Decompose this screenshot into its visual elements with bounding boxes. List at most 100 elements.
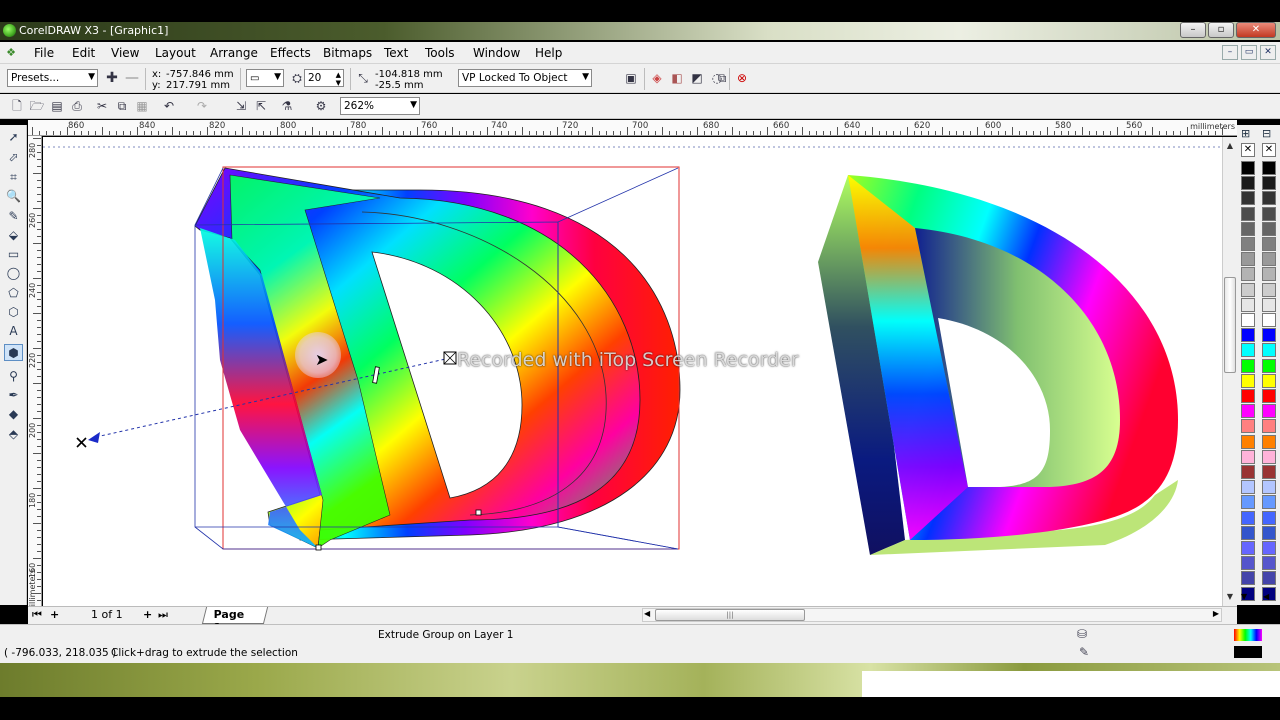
menu-bitmaps[interactable]: Bitmaps	[323, 46, 372, 60]
palette-swatch[interactable]	[1241, 556, 1255, 571]
palette-swatch[interactable]	[1262, 571, 1276, 586]
new-document-icon[interactable]: 🗋	[8, 97, 26, 115]
rectangle-tool-icon[interactable]: ▭	[4, 246, 23, 263]
palette-swatch[interactable]	[1241, 267, 1255, 282]
doc-close-button[interactable]: ✕	[1260, 45, 1276, 60]
palette-swatch[interactable]	[1262, 237, 1276, 251]
palette-swatch[interactable]	[1241, 191, 1255, 206]
palette-swatch[interactable]	[1262, 297, 1276, 312]
palette-swatch[interactable]	[1241, 176, 1255, 191]
no-outline-swatch[interactable]: ✕	[1262, 143, 1276, 157]
cut-icon[interactable]: ✂	[93, 97, 111, 115]
menu-window[interactable]: Window	[473, 46, 520, 60]
y-position-value[interactable]: 217.791 mm	[166, 80, 230, 91]
palette-swatch[interactable]	[1241, 510, 1255, 525]
node-handle[interactable]	[315, 544, 322, 551]
palette-swatch[interactable]	[1241, 465, 1255, 479]
redo-icon[interactable]: ↷	[193, 97, 211, 115]
add-page-after-button[interactable]: +	[143, 608, 152, 621]
palette-swatch[interactable]	[1262, 480, 1276, 495]
palette-swatch[interactable]	[1262, 465, 1276, 479]
presets-dropdown[interactable]: Presets... ▼	[7, 69, 98, 87]
scroll-up-arrow-icon[interactable]: ▲	[1223, 139, 1237, 153]
palette-swatch[interactable]	[1241, 480, 1255, 495]
menu-layout[interactable]: Layout	[155, 46, 196, 60]
vanishing-point-arrow-icon[interactable]	[88, 432, 100, 443]
palette-swatch[interactable]	[1262, 282, 1276, 297]
add-page-before-button[interactable]: +	[50, 608, 59, 621]
remove-preset-icon[interactable]: —	[123, 69, 141, 87]
palette-swatch[interactable]	[1262, 267, 1276, 282]
vp-y-value[interactable]: -25.5 mm	[375, 80, 424, 91]
zoom-level-dropdown[interactable]: 262% ▼	[340, 97, 420, 115]
palette-swatch[interactable]	[1262, 373, 1276, 388]
depth-spinner[interactable]: 20 ▲ ▼	[304, 69, 344, 87]
add-preset-icon[interactable]: ✚	[103, 69, 121, 87]
palette-swatch[interactable]	[1241, 328, 1255, 343]
menu-file[interactable]: File	[34, 46, 54, 60]
fill-tool-icon[interactable]: ◆	[4, 406, 23, 423]
palette-swatch[interactable]	[1241, 571, 1255, 586]
palette-scroll-down-icon[interactable]: ▼	[1241, 592, 1247, 601]
node-handle[interactable]	[475, 509, 482, 516]
page-relative-icon[interactable]: ▣	[622, 69, 640, 87]
extrude-depth-handle-icon[interactable]	[443, 351, 457, 365]
menu-tools[interactable]: Tools	[425, 46, 455, 60]
palette-swatch[interactable]	[1262, 206, 1276, 221]
extrude-rotation-icon[interactable]: ◈	[648, 69, 666, 87]
palette-swatch[interactable]	[1262, 404, 1276, 419]
export-icon[interactable]: ⇱	[252, 97, 270, 115]
palette-swatch[interactable]	[1241, 237, 1255, 251]
palette-swatch[interactable]	[1262, 313, 1276, 327]
palette-swatch[interactable]	[1241, 343, 1255, 358]
palette-swatch[interactable]	[1241, 404, 1255, 419]
palette-swatch[interactable]	[1262, 389, 1276, 403]
menu-effects[interactable]: Effects	[270, 46, 311, 60]
copy-icon[interactable]: ⧉	[113, 97, 131, 115]
vanishing-point-dropdown[interactable]: VP Locked To Object ▼	[458, 69, 592, 87]
palette-swatch[interactable]	[1241, 221, 1255, 236]
interactive-fill-tool-icon[interactable]: ⬘	[4, 426, 23, 443]
vertical-scroll-thumb[interactable]	[1224, 277, 1236, 373]
palette-swatch[interactable]	[1241, 419, 1255, 434]
palette-swatch[interactable]	[1262, 434, 1276, 449]
basic-shapes-tool-icon[interactable]: ⬡	[4, 304, 23, 321]
palette-swatch[interactable]	[1241, 434, 1255, 449]
import-icon[interactable]: ⇲	[232, 97, 250, 115]
print-icon[interactable]: ⎙	[68, 97, 86, 115]
save-icon[interactable]: ▤	[48, 97, 66, 115]
outline-color-indicator[interactable]	[1234, 646, 1262, 658]
last-page-button[interactable]: ⏭	[158, 608, 168, 622]
fill-bucket-icon[interactable]: ⛁	[1077, 627, 1087, 641]
palette-swatch[interactable]	[1241, 161, 1255, 175]
copy-extrude-properties-icon[interactable]: ⧉	[713, 69, 731, 87]
palette-swatch[interactable]	[1241, 373, 1255, 388]
document-icon[interactable]: ❖	[2, 44, 20, 62]
freehand-tool-icon[interactable]: ✎	[4, 208, 23, 225]
menu-arrange[interactable]: Arrange	[210, 46, 258, 60]
page-tab-page-1[interactable]: Page 1	[201, 607, 269, 634]
palette-swatch[interactable]	[1262, 161, 1276, 175]
palette-swatch[interactable]	[1262, 191, 1276, 206]
horizontal-scrollbar[interactable]: ||| ◀ ▶	[642, 608, 1222, 622]
smart-fill-tool-icon[interactable]: ⬙	[4, 227, 23, 244]
palette-swatch[interactable]	[1262, 252, 1276, 267]
palette-swatch[interactable]	[1241, 282, 1255, 297]
no-fill-swatch[interactable]: ✕	[1241, 143, 1255, 157]
minimize-button[interactable]: –	[1180, 22, 1206, 38]
palette-toolbar-icon[interactable]: ⊞	[1241, 127, 1250, 140]
artwork-svg[interactable]	[43, 137, 1228, 606]
doc-minimize-button[interactable]: –	[1222, 45, 1238, 60]
palette-swatch[interactable]	[1241, 389, 1255, 403]
extrusion-type-dropdown[interactable]: ▭ ▼	[246, 69, 284, 87]
vertical-scrollbar[interactable]: ▲ ▼	[1222, 137, 1237, 606]
palette-swatch[interactable]	[1241, 541, 1255, 555]
vanishing-point-marker-icon[interactable]	[76, 437, 87, 448]
palette-swatch[interactable]	[1241, 495, 1255, 510]
drawing-canvas[interactable]: ➤ Recorded with iTop Screen Recorder	[43, 137, 1228, 606]
menu-text[interactable]: Text	[384, 46, 408, 60]
scroll-left-arrow-icon[interactable]: ◀	[644, 609, 650, 618]
polygon-tool-icon[interactable]: ⬠	[4, 285, 23, 302]
horizontal-ruler[interactable]: 860 840 820 800 780 760 740 720 700 680 …	[28, 120, 1237, 136]
x-position-value[interactable]: -757.846 mm	[166, 69, 234, 80]
